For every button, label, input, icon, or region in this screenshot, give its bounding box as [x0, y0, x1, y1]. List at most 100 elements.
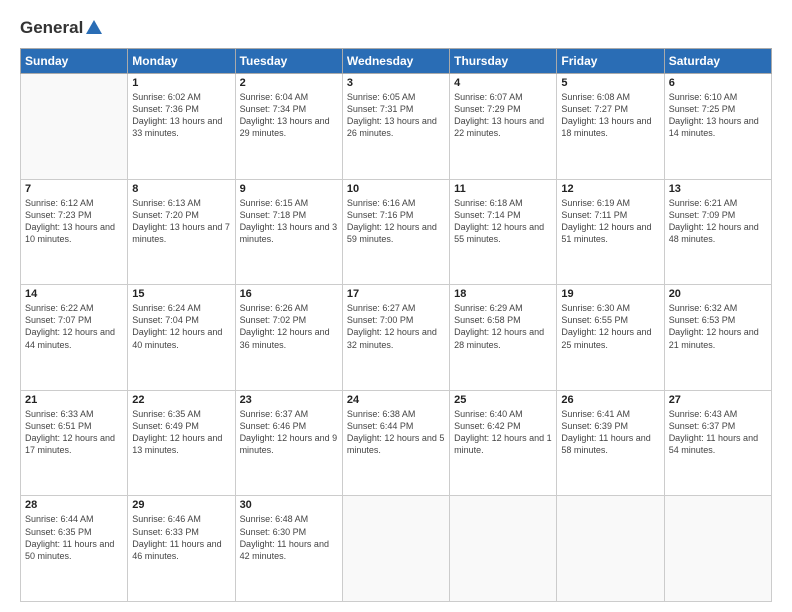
- day-info: Sunrise: 6:41 AMSunset: 6:39 PMDaylight:…: [561, 408, 659, 457]
- day-number: 21: [25, 394, 123, 406]
- day-number: 4: [454, 77, 552, 89]
- calendar-cell: 8 Sunrise: 6:13 AMSunset: 7:20 PMDaylight…: [128, 179, 235, 285]
- day-info: Sunrise: 6:02 AMSunset: 7:36 PMDaylight:…: [132, 91, 230, 140]
- day-number: 15: [132, 288, 230, 300]
- calendar-cell: 2 Sunrise: 6:04 AMSunset: 7:34 PMDaylight…: [235, 74, 342, 180]
- calendar-cell: [21, 74, 128, 180]
- calendar-cell: 30Sunrise: 6:48 AMSunset: 6:30 PMDayligh…: [235, 496, 342, 602]
- calendar-cell: 3Sunrise: 6:05 AMSunset: 7:31 PMDaylight…: [342, 74, 449, 180]
- day-number: 22: [132, 394, 230, 406]
- calendar-cell: 4 Sunrise: 6:07 AMSunset: 7:29 PMDaylight…: [450, 74, 557, 180]
- day-info: Sunrise: 6:15 AMSunset: 7:18 PMDaylight:…: [240, 197, 338, 246]
- day-info: Sunrise: 6:46 AMSunset: 6:33 PMDaylight:…: [132, 513, 230, 562]
- calendar-cell: 12 Sunrise: 6:19 AMSunset: 7:11 PMDayligh…: [557, 179, 664, 285]
- calendar-cell: 28 Sunrise: 6:44 AMSunset: 6:35 PMDayligh…: [21, 496, 128, 602]
- logo-triangle-icon: [86, 20, 102, 34]
- day-info: Sunrise: 6:04 AMSunset: 7:34 PMDaylight:…: [240, 91, 338, 140]
- day-number: 30: [240, 499, 338, 511]
- day-info: Sunrise: 6:08 AMSunset: 7:27 PMDaylight:…: [561, 91, 659, 140]
- day-number: 12: [561, 183, 659, 195]
- calendar-cell: 23Sunrise: 6:37 AMSunset: 6:46 PMDayligh…: [235, 390, 342, 496]
- calendar-cell: [450, 496, 557, 602]
- calendar-week-row: 21 Sunrise: 6:33 AMSunset: 6:51 PMDayligh…: [21, 390, 772, 496]
- day-number: 25: [454, 394, 552, 406]
- day-number: 7: [25, 183, 123, 195]
- day-info: Sunrise: 6:16 AMSunset: 7:16 PMDaylight:…: [347, 197, 445, 246]
- day-info: Sunrise: 6:44 AMSunset: 6:35 PMDaylight:…: [25, 513, 123, 562]
- day-number: 5: [561, 77, 659, 89]
- day-number: 13: [669, 183, 767, 195]
- day-info: Sunrise: 6:37 AMSunset: 6:46 PMDaylight:…: [240, 408, 338, 457]
- calendar-cell: 20 Sunrise: 6:32 AMSunset: 6:53 PMDayligh…: [664, 285, 771, 391]
- day-info: Sunrise: 6:22 AMSunset: 7:07 PMDaylight:…: [25, 302, 123, 351]
- day-info: Sunrise: 6:13 AMSunset: 7:20 PMDaylight:…: [132, 197, 230, 246]
- day-info: Sunrise: 6:18 AMSunset: 7:14 PMDaylight:…: [454, 197, 552, 246]
- weekday-header: Thursday: [450, 49, 557, 74]
- calendar-cell: 27Sunrise: 6:43 AMSunset: 6:37 PMDayligh…: [664, 390, 771, 496]
- calendar-cell: 10 Sunrise: 6:16 AMSunset: 7:16 PMDayligh…: [342, 179, 449, 285]
- day-number: 19: [561, 288, 659, 300]
- day-number: 10: [347, 183, 445, 195]
- calendar-cell: 29 Sunrise: 6:46 AMSunset: 6:33 PMDayligh…: [128, 496, 235, 602]
- calendar-cell: 16 Sunrise: 6:26 AMSunset: 7:02 PMDayligh…: [235, 285, 342, 391]
- day-info: Sunrise: 6:33 AMSunset: 6:51 PMDaylight:…: [25, 408, 123, 457]
- weekday-header: Tuesday: [235, 49, 342, 74]
- day-number: 11: [454, 183, 552, 195]
- day-info: Sunrise: 6:38 AMSunset: 6:44 PMDaylight:…: [347, 408, 445, 457]
- day-info: Sunrise: 6:07 AMSunset: 7:29 PMDaylight:…: [454, 91, 552, 140]
- day-info: Sunrise: 6:30 AMSunset: 6:55 PMDaylight:…: [561, 302, 659, 351]
- day-number: 26: [561, 394, 659, 406]
- calendar-cell: 25 Sunrise: 6:40 AMSunset: 6:42 PMDayligh…: [450, 390, 557, 496]
- day-number: 3: [347, 77, 445, 89]
- weekday-header: Saturday: [664, 49, 771, 74]
- calendar-cell: [664, 496, 771, 602]
- calendar-cell: 9 Sunrise: 6:15 AMSunset: 7:18 PMDaylight…: [235, 179, 342, 285]
- day-number: 29: [132, 499, 230, 511]
- day-info: Sunrise: 6:29 AMSunset: 6:58 PMDaylight:…: [454, 302, 552, 351]
- day-number: 9: [240, 183, 338, 195]
- day-number: 8: [132, 183, 230, 195]
- day-number: 1: [132, 77, 230, 89]
- calendar-cell: 6 Sunrise: 6:10 AMSunset: 7:25 PMDaylight…: [664, 74, 771, 180]
- day-number: 6: [669, 77, 767, 89]
- weekday-header: Wednesday: [342, 49, 449, 74]
- calendar-cell: 5 Sunrise: 6:08 AMSunset: 7:27 PMDaylight…: [557, 74, 664, 180]
- day-number: 28: [25, 499, 123, 511]
- logo: General: [20, 18, 102, 38]
- page: General SundayMondayTuesdayWednesdayThur…: [0, 0, 792, 612]
- day-number: 14: [25, 288, 123, 300]
- logo-general-text: General: [20, 18, 83, 38]
- day-info: Sunrise: 6:26 AMSunset: 7:02 PMDaylight:…: [240, 302, 338, 351]
- calendar-cell: [557, 496, 664, 602]
- calendar-week-row: 14 Sunrise: 6:22 AMSunset: 7:07 PMDayligh…: [21, 285, 772, 391]
- day-info: Sunrise: 6:10 AMSunset: 7:25 PMDaylight:…: [669, 91, 767, 140]
- day-number: 18: [454, 288, 552, 300]
- calendar-cell: 11 Sunrise: 6:18 AMSunset: 7:14 PMDayligh…: [450, 179, 557, 285]
- calendar-cell: 14 Sunrise: 6:22 AMSunset: 7:07 PMDayligh…: [21, 285, 128, 391]
- day-number: 2: [240, 77, 338, 89]
- weekday-header: Friday: [557, 49, 664, 74]
- day-info: Sunrise: 6:40 AMSunset: 6:42 PMDaylight:…: [454, 408, 552, 457]
- calendar-cell: 24 Sunrise: 6:38 AMSunset: 6:44 PMDayligh…: [342, 390, 449, 496]
- calendar-week-row: 28 Sunrise: 6:44 AMSunset: 6:35 PMDayligh…: [21, 496, 772, 602]
- day-number: 20: [669, 288, 767, 300]
- weekday-header: Sunday: [21, 49, 128, 74]
- calendar-cell: [342, 496, 449, 602]
- weekday-header: Monday: [128, 49, 235, 74]
- calendar-cell: 1 Sunrise: 6:02 AMSunset: 7:36 PMDaylight…: [128, 74, 235, 180]
- day-info: Sunrise: 6:27 AMSunset: 7:00 PMDaylight:…: [347, 302, 445, 351]
- day-info: Sunrise: 6:32 AMSunset: 6:53 PMDaylight:…: [669, 302, 767, 351]
- day-info: Sunrise: 6:43 AMSunset: 6:37 PMDaylight:…: [669, 408, 767, 457]
- day-info: Sunrise: 6:19 AMSunset: 7:11 PMDaylight:…: [561, 197, 659, 246]
- day-number: 24: [347, 394, 445, 406]
- calendar-cell: 19 Sunrise: 6:30 AMSunset: 6:55 PMDayligh…: [557, 285, 664, 391]
- calendar-cell: 13 Sunrise: 6:21 AMSunset: 7:09 PMDayligh…: [664, 179, 771, 285]
- day-number: 16: [240, 288, 338, 300]
- calendar-cell: 15Sunrise: 6:24 AMSunset: 7:04 PMDayligh…: [128, 285, 235, 391]
- calendar-cell: 22Sunrise: 6:35 AMSunset: 6:49 PMDayligh…: [128, 390, 235, 496]
- calendar-header-row: SundayMondayTuesdayWednesdayThursdayFrid…: [21, 49, 772, 74]
- calendar-cell: 7Sunrise: 6:12 AMSunset: 7:23 PMDaylight…: [21, 179, 128, 285]
- calendar-cell: 17Sunrise: 6:27 AMSunset: 7:00 PMDayligh…: [342, 285, 449, 391]
- calendar-table: SundayMondayTuesdayWednesdayThursdayFrid…: [20, 48, 772, 602]
- day-info: Sunrise: 6:21 AMSunset: 7:09 PMDaylight:…: [669, 197, 767, 246]
